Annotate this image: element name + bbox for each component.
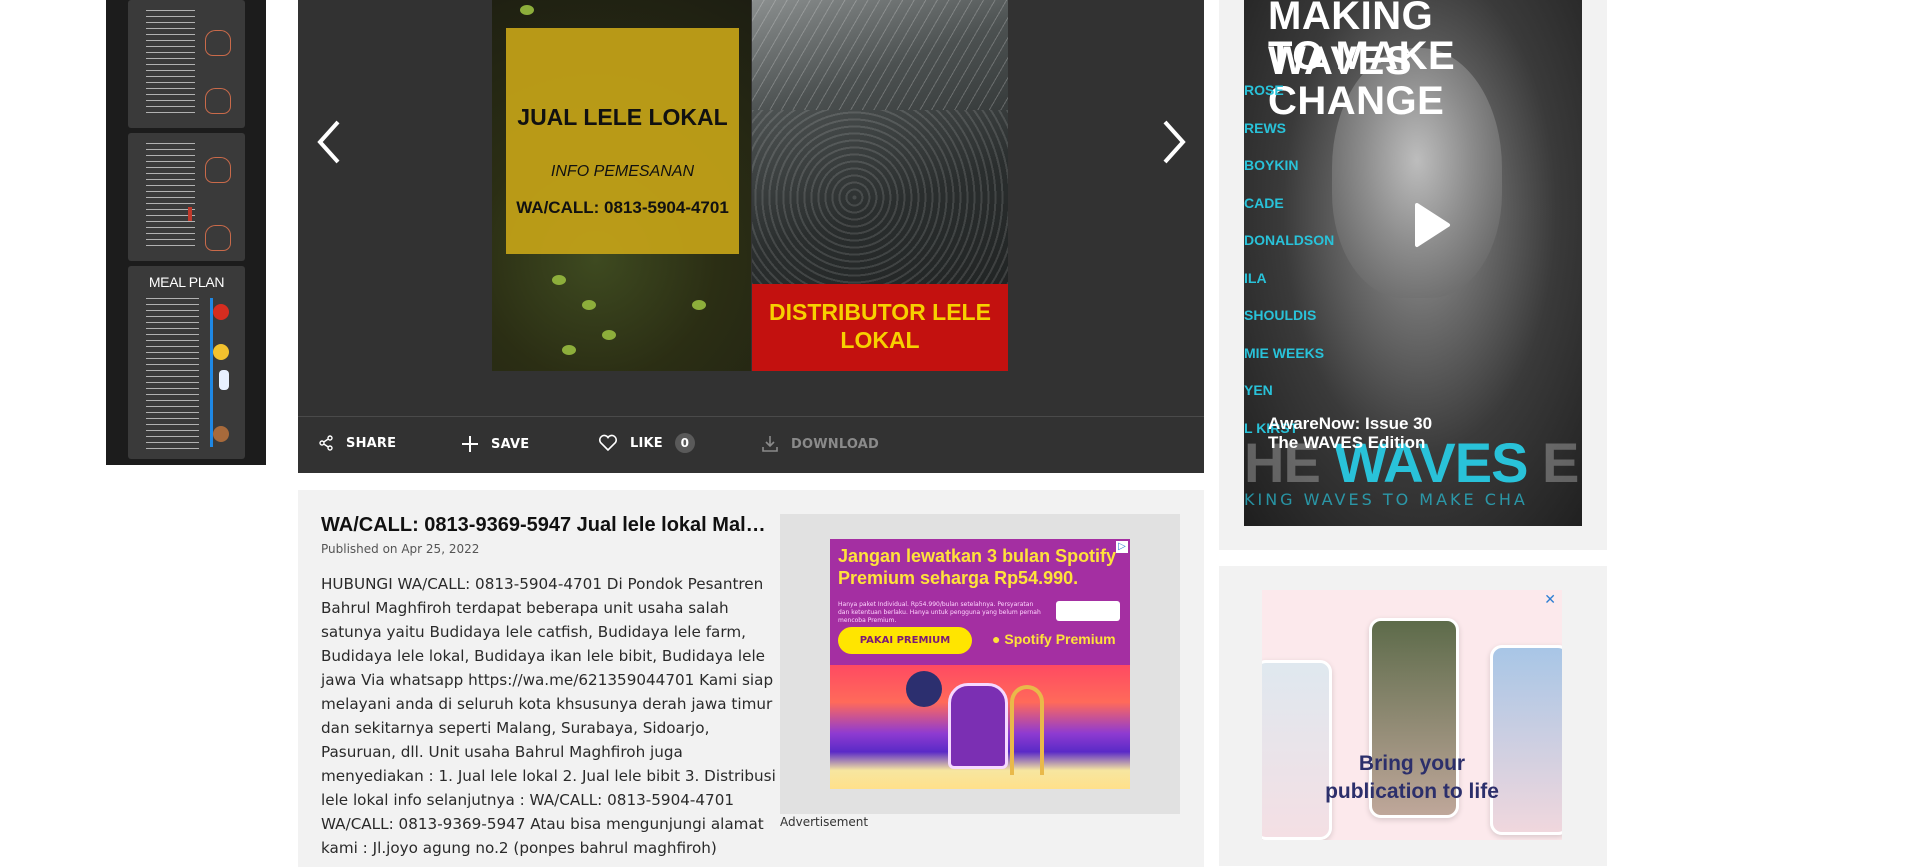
spotify-ad-fine-print: Hanya paket Individual. Rp54.990/bulan s… [838,601,1041,624]
payment-methods-icon [1056,601,1120,621]
page-right-image: DISTRIBUTOR LELE LOKAL [752,0,1008,371]
featured-caption-line-2: The WAVES Edition [1268,433,1426,452]
apple-icon [213,304,229,320]
body-figure-icon [205,88,231,114]
like-label: LIKE [630,435,663,451]
play-icon [1415,203,1450,247]
cover-name: ROSE [1244,82,1284,98]
next-page-button[interactable] [1159,118,1189,166]
cover-name: CADE [1244,194,1284,211]
ad-choices-icon[interactable]: ▷ [1116,541,1128,553]
document-title: WA/CALL: 0813-9369-5947 Jual lele lokal … [321,514,773,536]
arch-shape [1010,685,1044,775]
heart-icon [598,434,618,452]
save-label: SAVE [491,436,530,452]
promo-contact: WA/CALL: 0813-5904-4701 [516,198,729,217]
promo-card: Bring your publication to life ✕ [1219,566,1607,866]
body-figure-icon [205,30,231,56]
published-date: Published on Apr 25, 2022 [321,542,480,556]
cover-bottom-strip: KING WAVES TO MAKE CHA [1244,490,1528,509]
plus-icon [462,436,478,452]
body-figure-icon [205,225,231,251]
chevron-right-icon [1163,120,1186,164]
like-count-badge: 0 [674,433,695,453]
cover-name: BOYKIN [1244,157,1299,173]
nuts-icon [213,426,229,442]
figure-shape [948,683,1008,769]
previous-page-button[interactable] [314,118,344,166]
duckweed-leaf [520,5,534,15]
play-button[interactable] [1411,202,1451,248]
share-label: SHARE [346,435,397,451]
featured-caption-line-1: AwareNow: Issue 30 [1268,414,1433,433]
cover-name: REWS [1244,119,1286,136]
promo-tagline-line-1: Bring your [1358,752,1466,775]
water-texture [752,110,1008,285]
promo-info: INFO PEMESANAN [550,163,695,180]
banana-icon [213,344,229,360]
publication-promo-ad[interactable]: Bring your publication to life ✕ [1262,590,1562,840]
thumbnail-text-lines [146,298,199,449]
promo-headline: JUAL LELE LOKAL [517,104,728,130]
page-left-image: JUAL LELE LOKAL INFO PEMESANAN WA/CALL: … [492,0,751,371]
water-bottle-icon [219,370,229,390]
document-viewer: JUAL LELE LOKAL INFO PEMESANAN WA/CALL: … [298,0,1204,473]
duckweed-leaf [552,275,566,285]
duckweed-leaf [582,300,596,310]
cover-names-list: ROSE REWS BOYKIN CADE DONALDSON ILA SHOU… [1244,72,1334,447]
promo-card: JUAL LELE LOKAL INFO PEMESANAN WA/CALL: … [506,28,739,254]
viewer-toolbar: SHARE SAVE LIKE 0 DOWNLOAD [298,416,1204,473]
advertisement-label: Advertisement [780,815,869,829]
share-button[interactable]: SHARE [318,435,396,451]
thumbnail-page[interactable] [128,0,245,128]
featured-publication-card: MAKING WAVES TO MAKE CHANGE ROSE REWS BO… [1219,0,1607,550]
spotify-ad[interactable]: Jangan lewatkan 3 bulan Spotify Premium … [830,539,1130,789]
spotify-cta-button[interactable]: PAKAI PREMIUM [838,627,972,654]
download-label: DOWNLOAD [791,436,880,452]
like-button[interactable]: LIKE 0 [598,433,695,453]
page: MEAL PLAN JUAL LELE LOKAL INFO PEMESANAN… [0,0,1905,867]
moon-shape [906,671,942,707]
advertisement-slot: Jangan lewatkan 3 bulan Spotify Premium … [780,514,1180,814]
save-button[interactable]: SAVE [461,435,529,453]
promo-tagline: Bring your publication to life [1262,750,1562,806]
thumbnail-page-meal-plan[interactable]: MEAL PLAN [128,266,245,459]
cover-name: DONALDSON [1244,232,1335,248]
document-info-card: WA/CALL: 0813-9369-5947 Jual lele lokal … [298,490,1204,867]
cover-edition-part: EDITIC [1542,431,1582,494]
featured-caption: AwareNow: Issue 30 The WAVES Edition [1268,414,1432,452]
thumbnail-divider [210,298,213,447]
phone-mockup [1490,645,1562,835]
download-icon [762,436,778,452]
document-description: HUBUNGI WA/CALL: 0813-5904-4701 Di Pondo… [321,575,776,857]
share-icon [319,435,333,451]
spotify-brand: Spotify Premium [1004,631,1116,647]
spotify-ad-artwork [830,665,1130,789]
duckweed-leaf [562,345,576,355]
thumbnail-text-lines [146,143,195,251]
spotify-ad-header: Jangan lewatkan 3 bulan Spotify Premium … [830,539,1130,665]
promo-tagline-line-2: publication to life [1325,780,1499,803]
distributor-banner: DISTRIBUTOR LELE LOKAL [752,284,1008,371]
cover-name: MIE WEEKS [1244,344,1325,361]
thumbnail-text-lines [146,10,195,118]
net-texture [752,0,1008,110]
close-icon[interactable]: ✕ [1544,592,1556,608]
thumbnail-panel: MEAL PLAN [106,0,266,465]
duckweed-leaf [692,300,706,310]
meal-plan-title: MEAL PLAN [148,274,225,290]
spotify-ad-headline: Jangan lewatkan 3 bulan Spotify Premium … [838,546,1117,588]
cover-name: YEN [1244,382,1273,398]
arm-figure-icon [205,157,231,183]
duckweed-leaf [602,330,616,340]
thumbnail-marker [188,207,192,221]
chevron-left-icon [317,120,340,164]
spotify-logo: ● Spotify Premium [992,631,1116,647]
cover-name: ILA SHOULDIS [1244,269,1317,324]
featured-magazine-cover[interactable]: MAKING WAVES TO MAKE CHANGE ROSE REWS BO… [1244,0,1582,526]
download-button[interactable]: DOWNLOAD [761,435,879,453]
thumbnail-page[interactable] [128,133,245,261]
